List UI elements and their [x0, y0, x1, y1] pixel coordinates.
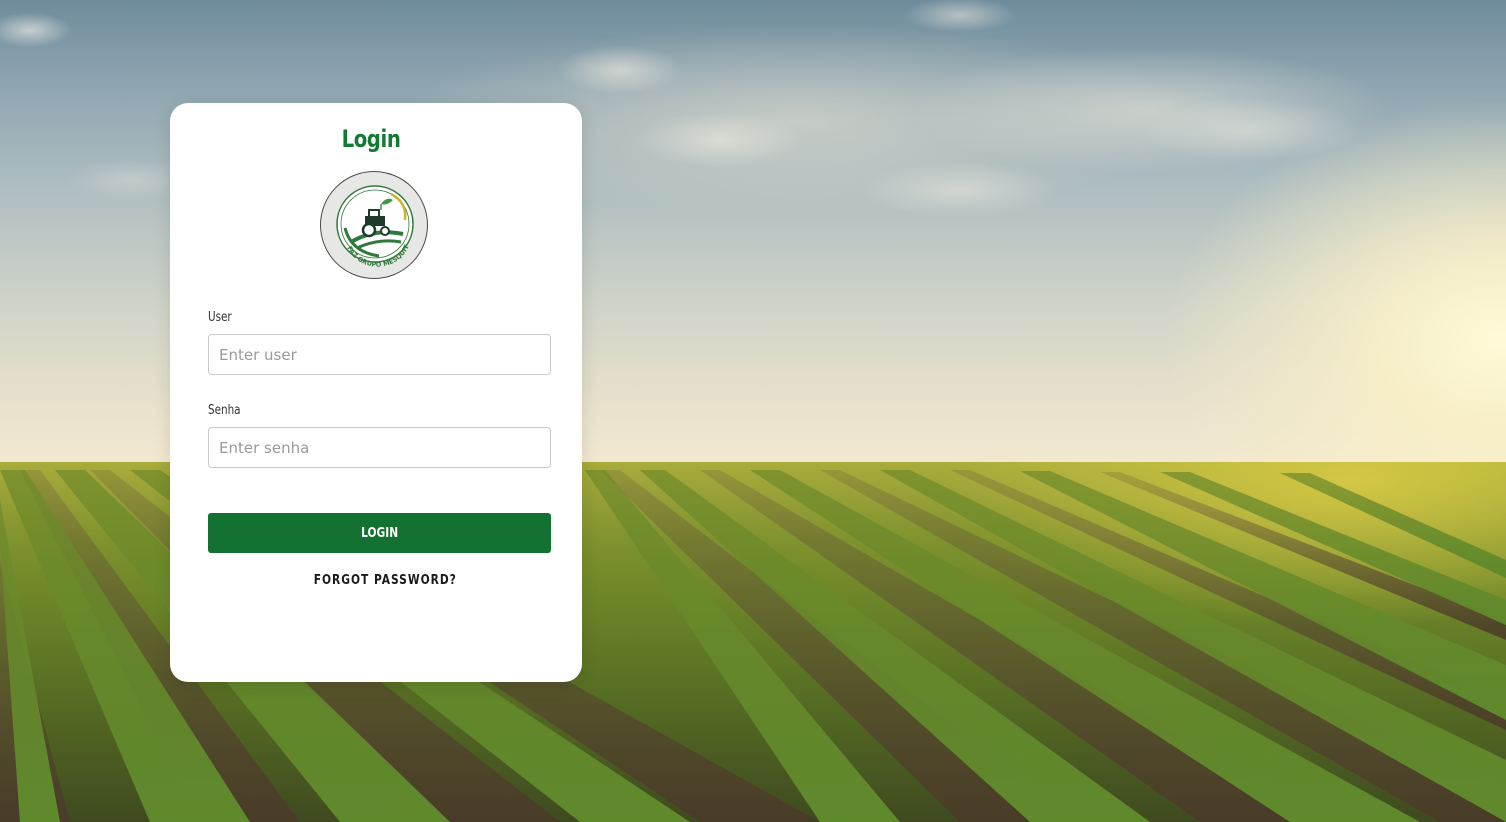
login-button[interactable]: LOGIN [208, 513, 551, 553]
user-input[interactable] [208, 334, 551, 375]
user-label: User [208, 310, 232, 325]
login-button-label: LOGIN [360, 525, 399, 541]
password-input[interactable] [208, 427, 551, 468]
login-card: Login FAZ GRUPO MESQUIT User Enter user … [170, 103, 582, 682]
forgot-password-link[interactable]: FORGOT PASSWORD? [170, 573, 600, 588]
tractor-logo-icon: FAZ GRUPO MESQUITA [321, 172, 414, 269]
password-label: Senha [208, 403, 241, 418]
forgot-password-label: FORGOT PASSWORD? [313, 573, 457, 588]
company-logo: FAZ GRUPO MESQUITA [320, 171, 428, 279]
login-title: Login [341, 125, 401, 153]
login-page: Login FAZ GRUPO MESQUIT User Enter user … [0, 0, 1506, 822]
